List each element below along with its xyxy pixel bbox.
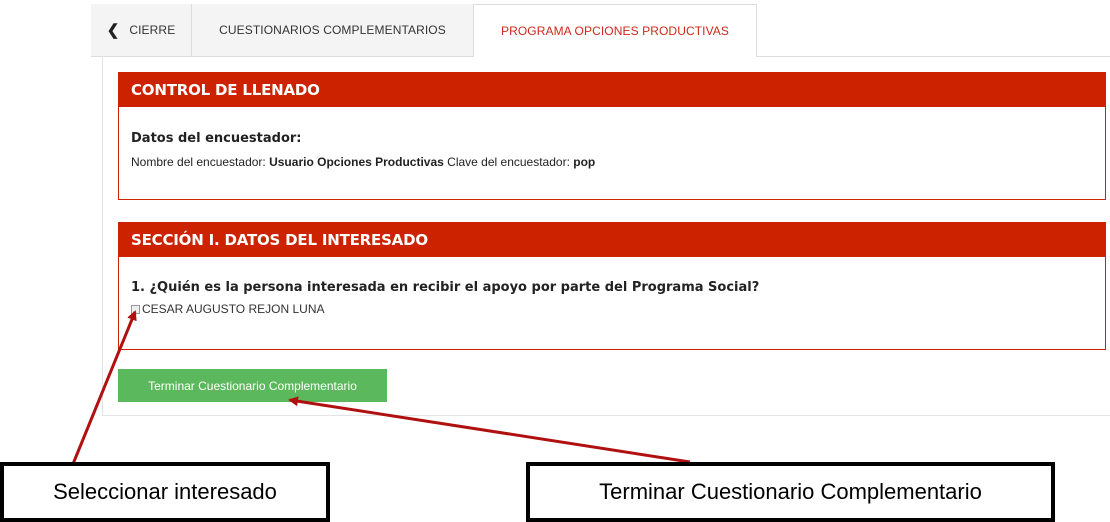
arrow-to-finish-button bbox=[288, 396, 691, 464]
annotation-arrows bbox=[71, 310, 691, 465]
callout-seleccionar-interesado: Seleccionar interesado bbox=[0, 462, 330, 522]
arrow-to-checkbox bbox=[71, 310, 137, 465]
callout-terminar-cuestionario: Terminar Cuestionario Complementario bbox=[526, 462, 1055, 522]
